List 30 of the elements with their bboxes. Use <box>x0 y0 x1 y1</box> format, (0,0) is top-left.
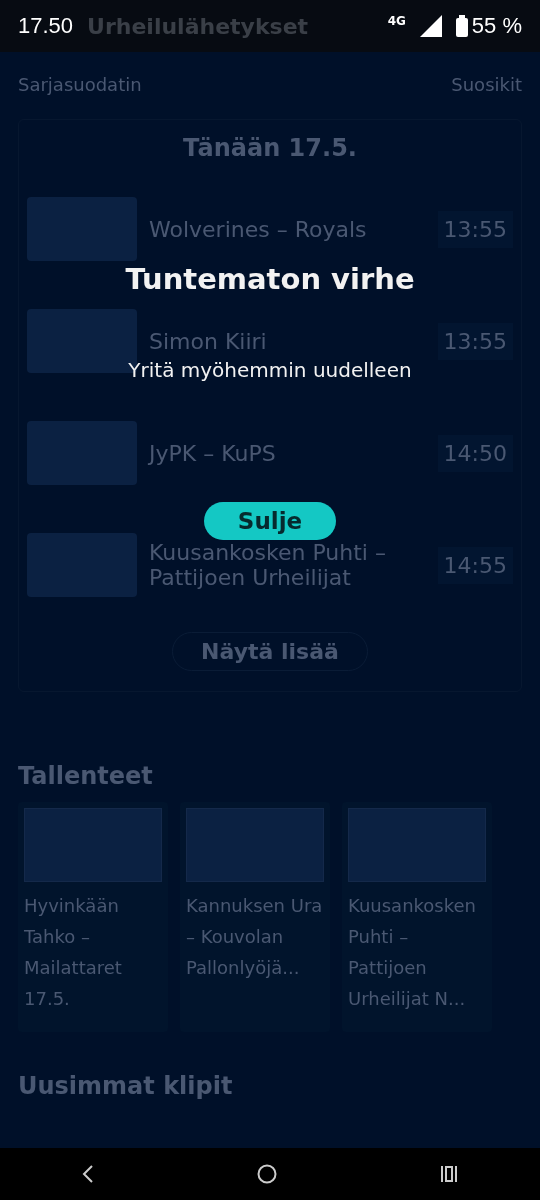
recording-title: Kuusankosken Puhti – Pattijoen Urheilijat N... <box>348 894 477 1011</box>
recordings-heading[interactable]: Tallenteet <box>18 762 522 790</box>
today-heading: Tänään 17.5. <box>183 134 357 162</box>
recent-apps-icon[interactable] <box>440 1165 459 1183</box>
recording-title: Kannuksen Ura – Kouvolan Pallonlyöjä... <box>186 894 324 980</box>
recording-card[interactable]: Kuusankosken Puhti – Pattijoen Urheilijat N... <box>342 802 492 1032</box>
dialog-message: Yritä myöhemmin uudelleen <box>128 358 412 382</box>
signal-icon <box>419 15 442 37</box>
back-icon[interactable] <box>81 1165 94 1183</box>
status-time: 17.50 <box>18 13 74 39</box>
match-title[interactable]: Wolverines – Royals <box>149 216 426 242</box>
match-time: 13:55 <box>437 210 513 248</box>
match-time: 14:55 <box>437 546 513 584</box>
match-time: 14:50 <box>437 434 513 472</box>
close-button[interactable]: Sulje <box>204 502 336 540</box>
match-title[interactable]: Simon Kiiri <box>149 328 426 354</box>
network-type: 4G <box>387 14 406 28</box>
battery-icon <box>455 15 468 37</box>
match-title[interactable]: Kuusankosken Puhti – Pattijoen Urheilijat <box>149 540 426 590</box>
match-time: 13:55 <box>437 322 513 360</box>
favorites-link[interactable]: Suosikit <box>451 74 522 95</box>
clips-heading[interactable]: Uusimmat klipit <box>18 1072 522 1100</box>
battery-level: 55 % <box>471 13 522 39</box>
match-title[interactable]: JyPK – KuPS <box>149 440 426 466</box>
dialog-title: Tuntematon virhe <box>125 262 415 296</box>
recording-card[interactable]: Kannuksen Ura – Kouvolan Pallonlyöjä... <box>180 802 330 1032</box>
recording-card[interactable]: Hyvinkään Tahko – Mailattaret 17.5. <box>18 802 168 1032</box>
recording-title: Hyvinkään Tahko – Mailattaret 17.5. <box>24 894 123 1011</box>
filter-link[interactable]: Sarjasuodatin <box>18 74 142 95</box>
home-icon[interactable] <box>257 1164 277 1184</box>
